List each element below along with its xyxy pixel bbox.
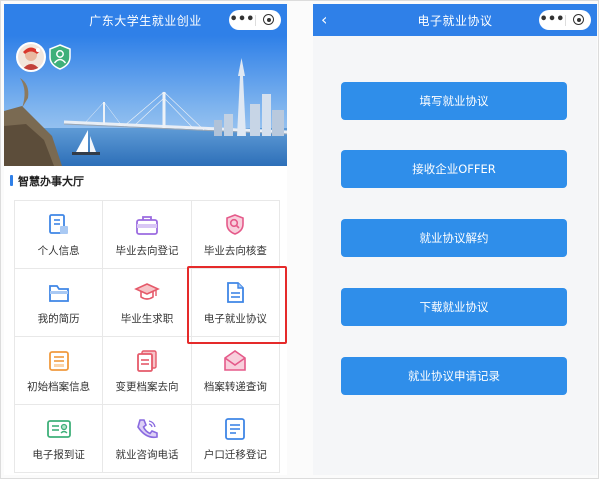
files-icon (137, 350, 157, 372)
receive-offer-button[interactable]: 接收企业OFFER (341, 150, 567, 188)
banner-image (4, 36, 287, 166)
service-item-personal-info[interactable]: 个人信息 (15, 201, 104, 269)
service-label: 毕业去向核查 (203, 245, 267, 257)
avatar[interactable] (16, 42, 46, 72)
section-title: 智慧办事大厅 (18, 175, 84, 188)
left-screen: 广东大学生就业创业 ••• 智慧办事大厅 个人信息 毕业去向登记 毕业去向核查 … (4, 4, 287, 475)
document-icon (227, 282, 245, 303)
right-screen: ‹ 电子就业协议 ••• 填写就业协议 接收企业OFFER 就业协议解约 下载就… (313, 4, 597, 475)
service-label: 电子报到证 (32, 449, 85, 461)
service-item-change-archive[interactable]: 变更档案去向 (103, 337, 192, 405)
service-label: 初始档案信息 (27, 381, 91, 393)
service-item-e-employment-agreement[interactable]: 电子就业协议 (191, 269, 280, 337)
service-item-archive-transfer[interactable]: 档案转递查询 (191, 337, 280, 405)
service-label: 变更档案去向 (115, 381, 179, 393)
service-label: 就业咨询电话 (115, 449, 179, 461)
service-label: 毕业去向登记 (115, 245, 179, 257)
service-item-destination-register[interactable]: 毕业去向登记 (103, 201, 192, 269)
section-header: 智慧办事大厅 (4, 166, 287, 194)
phone-icon (137, 419, 158, 439)
target-icon[interactable] (256, 10, 281, 30)
briefcase-icon (136, 216, 158, 235)
verified-badge-icon (48, 44, 72, 70)
graduation-cap-icon (134, 283, 160, 300)
more-button[interactable]: ••• (539, 10, 565, 30)
service-item-my-resume[interactable]: 我的简历 (15, 269, 104, 337)
list-icon (48, 351, 69, 371)
service-grid: 个人信息 毕业去向登记 毕业去向核查 我的简历 毕业生求职 电子就业协议 初始档… (14, 200, 280, 473)
service-item-initial-archive[interactable]: 初始档案信息 (15, 337, 104, 405)
id-card-icon (48, 214, 68, 234)
envelope-icon (224, 350, 247, 371)
service-label: 户口迁移登记 (203, 449, 267, 461)
bridge-skyline-illustration (4, 36, 287, 166)
service-label: 档案转递查询 (203, 381, 267, 393)
checklist-icon (225, 418, 246, 440)
screenshot-frame: 广东大学生就业创业 ••• 智慧办事大厅 个人信息 毕业去向登记 毕业去向核查 … (0, 0, 599, 479)
terminate-agreement-button[interactable]: 就业协议解约 (341, 219, 567, 257)
mini-program-capsule: ••• (229, 10, 281, 30)
certificate-icon (46, 420, 71, 438)
left-navbar: 广东大学生就业创业 ••• (4, 4, 287, 36)
service-item-destination-check[interactable]: 毕业去向核查 (191, 201, 280, 269)
service-item-e-report-card[interactable]: 电子报到证 (15, 405, 104, 473)
application-records-button[interactable]: 就业协议申请记录 (341, 357, 567, 395)
search-shield-icon (226, 214, 245, 235)
section-accent-bar (10, 175, 13, 186)
service-item-consult-phone[interactable]: 就业咨询电话 (103, 405, 192, 473)
target-icon[interactable] (566, 10, 591, 30)
service-label: 我的简历 (37, 313, 80, 325)
mini-program-capsule: ••• (539, 10, 591, 30)
download-agreement-button[interactable]: 下载就业协议 (341, 288, 567, 326)
user-avatar-icon (18, 44, 44, 70)
service-item-hukou-migration[interactable]: 户口迁移登记 (191, 405, 280, 473)
service-label: 毕业生求职 (120, 313, 174, 325)
folder-icon (48, 285, 69, 302)
more-button[interactable]: ••• (229, 10, 255, 30)
right-navbar: ‹ 电子就业协议 ••• (313, 4, 597, 36)
service-item-job-seeking[interactable]: 毕业生求职 (103, 269, 192, 337)
fill-agreement-button[interactable]: 填写就业协议 (341, 82, 567, 120)
service-label: 个人信息 (37, 245, 80, 257)
service-label: 电子就业协议 (203, 313, 267, 325)
